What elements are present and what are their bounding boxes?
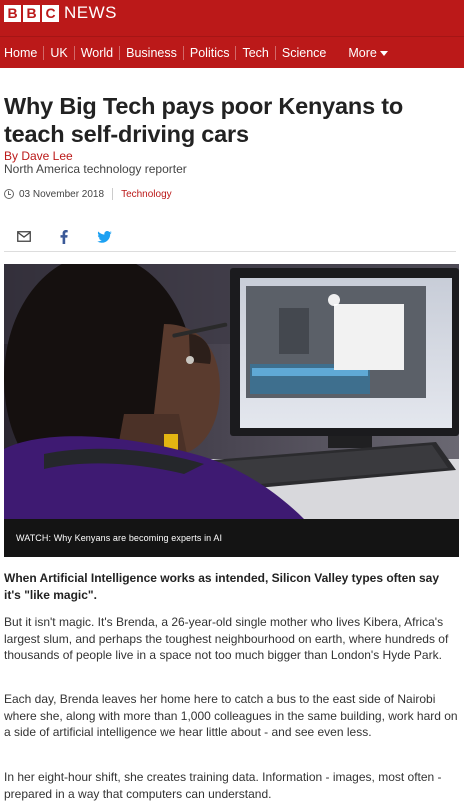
nav-item-politics[interactable]: Politics: [184, 45, 237, 60]
byline-role: North America technology reporter: [4, 162, 187, 176]
nav-item-science[interactable]: Science: [276, 46, 332, 60]
nav-more-label: More: [348, 45, 377, 60]
primary-nav: Home UK World Business Politics Tech Sci…: [0, 36, 464, 68]
article-paragraph: Each day, Brenda leaves her home here to…: [4, 692, 458, 739]
nav-more-button[interactable]: More: [348, 45, 388, 60]
share-tools: [4, 222, 456, 252]
caption-bar: WATCH: Why Kenyans are becoming experts …: [4, 519, 459, 557]
article-headline: Why Big Tech pays poor Kenyans to teach …: [4, 93, 404, 147]
video-player[interactable]: WATCH: Why Kenyans are becoming experts …: [4, 264, 459, 557]
article-paragraph: In her eight-hour shift, she creates tra…: [4, 770, 442, 801]
article-paragraph: But it isn't magic. It's Brenda, a 26-ye…: [4, 615, 449, 662]
video-still: [4, 264, 459, 519]
nav-item-tech[interactable]: Tech: [236, 45, 276, 60]
article-topic-link[interactable]: Technology: [121, 189, 172, 200]
email-icon[interactable]: [4, 227, 44, 247]
video-caption: WATCH: Why Kenyans are becoming experts …: [16, 533, 223, 543]
nav-item-uk[interactable]: UK: [44, 45, 75, 60]
news-wordmark: NEWS: [64, 3, 117, 22]
nav-item-world[interactable]: World: [75, 45, 121, 60]
meta-divider: [112, 188, 114, 200]
article-date: 03 November 2018: [19, 188, 105, 200]
twitter-icon[interactable]: [84, 227, 124, 247]
article-meta: 03 November 2018 Technology: [4, 188, 172, 200]
byline-author[interactable]: By Dave Lee: [4, 149, 73, 163]
chevron-down-icon: [379, 50, 388, 56]
bbc-block-c: C: [42, 4, 59, 22]
nav-item-business[interactable]: Business: [120, 45, 184, 60]
bbc-blocks: B B C: [4, 4, 59, 22]
bbc-news-logo[interactable]: B B C NEWS: [4, 4, 117, 22]
article-intro: When Artificial Intelligence works as in…: [4, 571, 440, 602]
masthead: B B C NEWS Home UK World Business Politi…: [0, 0, 464, 68]
clock-icon: [4, 189, 14, 199]
facebook-icon[interactable]: [44, 227, 84, 247]
bbc-block-b2: B: [23, 4, 40, 22]
nav-item-home[interactable]: Home: [0, 45, 45, 60]
bbc-block-b1: B: [4, 4, 21, 22]
